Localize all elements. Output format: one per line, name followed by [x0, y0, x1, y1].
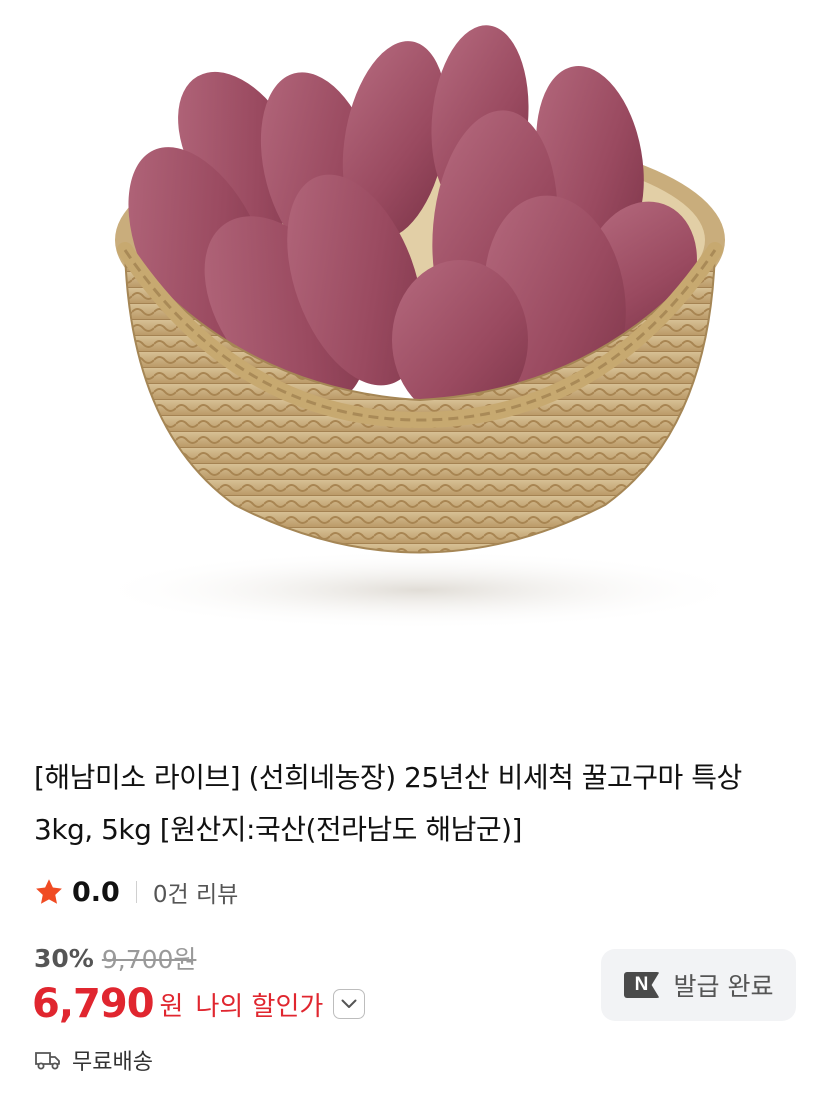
- sale-price: 6,790: [32, 981, 155, 1027]
- price-currency: 원: [159, 991, 184, 1022]
- discount-details-toggle[interactable]: [333, 989, 366, 1019]
- product-title: [해남미소 라이브] (선희네농장) 25년산 비세척 꿀고구마 특상 3kg,…: [34, 761, 742, 846]
- rating-summary[interactable]: 0.0 0건 리뷰: [34, 872, 238, 912]
- product-image[interactable]: [0, 0, 828, 716]
- shipping-info: 무료배송: [34, 1042, 153, 1078]
- my-discount-label: 나의 할인가: [195, 991, 324, 1022]
- review-count[interactable]: 0건 리뷰: [153, 875, 238, 909]
- original-price: 9,700원: [101, 945, 197, 974]
- truck-icon: [35, 1052, 60, 1070]
- shipping-label: 무료배송: [72, 1050, 153, 1075]
- coupon-issued-button[interactable]: N 발급 완료: [601, 949, 796, 1021]
- chevron-down-icon: [341, 999, 357, 1008]
- star-icon: [36, 879, 62, 904]
- naver-coupon-icon: N: [623, 972, 660, 998]
- rating-value: 0.0: [72, 876, 120, 908]
- discount-rate: 30%: [34, 943, 94, 973]
- sale-price-row: 6,790 원 나의 할인가: [32, 976, 366, 1032]
- sweet-potato-basket-image: [90, 25, 750, 630]
- original-price-row: 30% 9,700원: [34, 938, 196, 978]
- rating-divider: [135, 881, 137, 903]
- coupon-label: 발급 완료: [673, 972, 774, 1001]
